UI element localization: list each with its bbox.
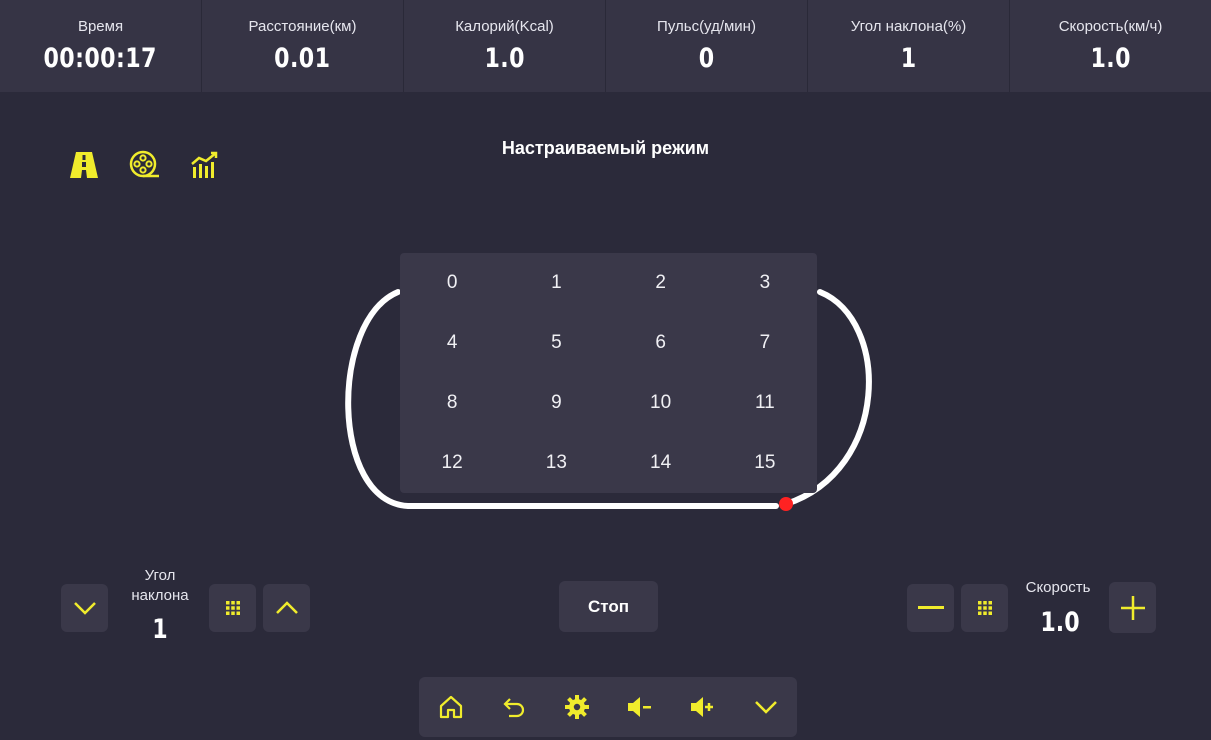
program-cell[interactable]: 9 xyxy=(504,373,608,433)
speed-increase-button[interactable] xyxy=(1109,582,1156,633)
stat-value: 1.0 xyxy=(484,43,525,74)
plus-icon xyxy=(1120,595,1145,620)
program-cell[interactable]: 2 xyxy=(609,253,713,313)
keypad-icon xyxy=(977,601,992,615)
stat-time: Время 00:00:17 xyxy=(0,0,202,92)
program-cell[interactable]: 5 xyxy=(504,313,608,373)
settings-icon[interactable] xyxy=(559,689,595,725)
volume-up-icon[interactable] xyxy=(685,689,721,725)
stat-label: Калорий(Kcal) xyxy=(455,18,554,35)
speed-label: Скорость xyxy=(1025,579,1091,596)
incline-value: 1 xyxy=(152,614,168,645)
chevron-up-icon xyxy=(275,601,298,614)
minus-icon xyxy=(917,606,944,609)
incline-up-button[interactable] xyxy=(263,584,310,632)
stat-label: Пульс(уд/мин) xyxy=(657,18,756,35)
program-cell[interactable]: 0 xyxy=(400,253,504,313)
speed-value: 1.0 xyxy=(1040,607,1080,638)
stat-label: Время xyxy=(77,18,124,35)
stop-button[interactable]: Стоп xyxy=(559,581,658,632)
stat-incline: Угол наклона(%) 1 xyxy=(808,0,1010,92)
incline-label: Угол наклона xyxy=(131,567,189,604)
stat-calories: Калорий(Kcal) 1.0 xyxy=(404,0,606,92)
stat-distance: Расстояние(км) 0.01 xyxy=(202,0,404,92)
stats-bar: Время 00:00:17 Расстояние(км) 0.01 Калор… xyxy=(0,0,1211,92)
stat-speed: Скорость(км/ч) 1.0 xyxy=(1010,0,1211,92)
program-cell[interactable]: 3 xyxy=(713,253,817,313)
incline-down-button[interactable] xyxy=(61,584,108,632)
program-cell[interactable]: 7 xyxy=(713,313,817,373)
back-icon[interactable] xyxy=(496,689,532,725)
program-cell[interactable]: 15 xyxy=(713,433,817,493)
position-marker xyxy=(779,497,793,511)
stat-pulse: Пульс(уд/мин) 0 xyxy=(606,0,808,92)
program-cell[interactable]: 4 xyxy=(400,313,504,373)
home-icon[interactable] xyxy=(433,689,469,725)
program-grid: 0 1 2 3 4 5 6 7 8 9 10 11 12 13 14 15 xyxy=(400,253,817,493)
stat-value: 1.0 xyxy=(1090,43,1131,74)
stat-value: 00:00:17 xyxy=(43,43,158,74)
stat-value: 1 xyxy=(900,43,917,74)
stat-label: Расстояние(км) xyxy=(248,18,357,35)
stat-label: Угол наклона(%) xyxy=(850,18,967,35)
speed-decrease-button[interactable] xyxy=(907,584,954,632)
program-cell[interactable]: 13 xyxy=(504,433,608,493)
bottom-nav xyxy=(419,677,797,737)
mode-title: Настраиваемый режим xyxy=(501,138,710,158)
stat-label: Скорость(км/ч) xyxy=(1058,18,1163,35)
program-cell[interactable]: 10 xyxy=(609,373,713,433)
stat-value: 0.01 xyxy=(274,43,331,74)
program-cell[interactable]: 11 xyxy=(713,373,817,433)
chevron-down-icon xyxy=(73,602,96,615)
keypad-icon xyxy=(225,601,240,615)
volume-down-icon[interactable] xyxy=(622,689,658,725)
speed-keypad-button[interactable] xyxy=(961,584,1008,632)
program-cell[interactable]: 12 xyxy=(400,433,504,493)
program-cell[interactable]: 1 xyxy=(504,253,608,313)
chevron-down-icon[interactable] xyxy=(748,689,784,725)
program-cell[interactable]: 6 xyxy=(609,313,713,373)
program-cell[interactable]: 8 xyxy=(400,373,504,433)
incline-keypad-button[interactable] xyxy=(209,584,256,632)
stat-value: 0 xyxy=(698,43,715,74)
program-cell[interactable]: 14 xyxy=(609,433,713,493)
